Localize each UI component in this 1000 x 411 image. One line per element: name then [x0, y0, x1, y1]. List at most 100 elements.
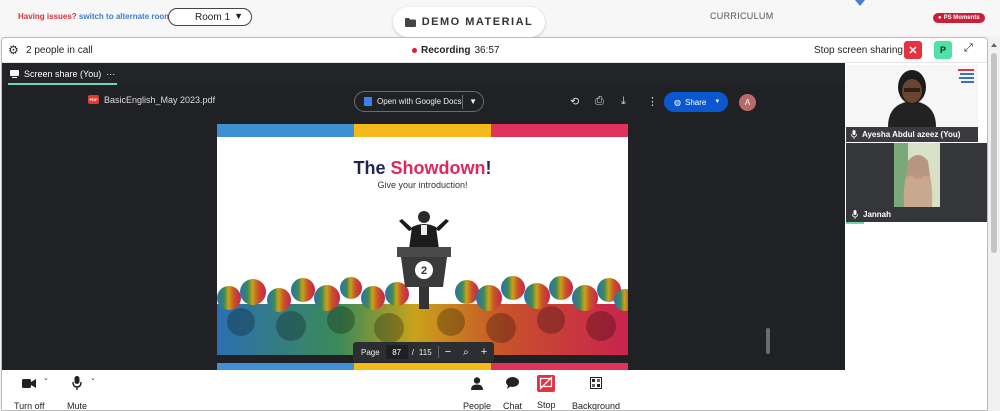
page-total: 115 [418, 347, 432, 357]
screen-share-stage: Screen share (You) ··· PDF BasicEnglish_… [2, 63, 845, 370]
tab-menu-icon[interactable]: ··· [106, 69, 115, 79]
divider [437, 346, 439, 358]
color-band-yellow [354, 124, 491, 137]
room-select[interactable]: Room 1 ▼ [168, 8, 252, 26]
expand-icon[interactable]: ⤢ [964, 42, 973, 55]
chat-bubble-icon [506, 374, 519, 392]
camera-options-chevron-icon[interactable]: ⌄ [43, 374, 49, 382]
p-badge-button[interactable]: P [934, 41, 952, 59]
zoom-in-icon[interactable]: + [481, 346, 487, 358]
pdf-file-icon: PDF [88, 95, 99, 104]
color-band-pink [491, 124, 628, 137]
participant-tile[interactable]: Jannah [846, 143, 987, 222]
next-band-pink [491, 363, 628, 370]
people-count: 2 people in call [26, 45, 93, 56]
people-label: People [463, 401, 492, 411]
next-band-yellow [354, 363, 491, 370]
podium-number: 2 [421, 265, 427, 277]
share-button[interactable]: ◍ Share ▼ [664, 92, 728, 112]
person-icon [471, 374, 484, 392]
pdf-file-name: BasicEnglish_May 2023.pdf [104, 95, 216, 105]
zoom-icon[interactable]: ⌕ [463, 347, 469, 358]
globe-icon: ◍ [674, 97, 681, 107]
stop-sharing-button[interactable]: ✕ [904, 41, 922, 59]
pdf-toolbar: PDF BasicEnglish_May 2023.pdf Open with … [74, 90, 771, 114]
page-separator: / [411, 347, 414, 357]
participant-name-bar: Ayesha Abdul azeez (You) [846, 127, 978, 142]
page-label: Page [361, 347, 380, 357]
switch-room-link[interactable]: switch to alternate room [79, 12, 171, 21]
stop-share-button[interactable]: Stop [537, 374, 556, 410]
participant-name-bar: Jannah [846, 207, 987, 222]
screen-share-tab-label: Screen share (You) [24, 69, 102, 79]
scroll-up-icon[interactable] [991, 43, 997, 47]
scrollbar-thumb[interactable] [991, 53, 997, 253]
recording-dot-icon [412, 48, 417, 53]
chevron-down-icon: ▼ [714, 99, 721, 105]
turn-off-label: Turn off [14, 401, 45, 411]
next-band-blue [217, 363, 354, 370]
background-grid-icon [590, 374, 603, 392]
caret-down-icon [855, 0, 865, 6]
mute-label: Mute [67, 401, 88, 411]
google-docs-icon [364, 97, 372, 106]
share-tab-strip: Screen share (You) ··· [2, 63, 845, 85]
color-band-blue [217, 124, 354, 137]
issue-text: Having issues? [18, 12, 77, 21]
next-page-strip [217, 363, 628, 370]
microphone-icon [72, 374, 82, 392]
chevron-down-icon[interactable]: ▼ [469, 97, 477, 106]
top-bar: Having issues? switch to alternate room … [0, 0, 1000, 37]
screen-share-tab[interactable]: Screen share (You) ··· [8, 63, 115, 85]
camera-toggle-button[interactable]: Turn off [14, 374, 45, 411]
slide-title-c: ! [485, 158, 492, 178]
moments-icon: ● [938, 15, 942, 21]
participant-tile[interactable]: Ayesha Abdul azeez (You) [846, 65, 978, 142]
share-label: Share [684, 97, 707, 107]
stop-label: Stop [537, 400, 556, 410]
screen-share-icon [10, 70, 19, 78]
ps-moments-button[interactable]: ● PS Moments [933, 13, 985, 23]
divider [462, 95, 463, 109]
curriculum-tab[interactable]: CURRICULUM [710, 11, 774, 21]
chat-button[interactable]: Chat [503, 374, 522, 410]
avatar[interactable]: A [739, 94, 756, 111]
stop-share-icon [537, 374, 556, 392]
call-controls: Turn off ⌄ Mute ⌄ People Chat Stop Backg… [2, 370, 987, 411]
slide-subtitle: Give your introduction! [377, 180, 468, 190]
background-label: Background [572, 401, 621, 411]
chevron-down-icon: ▼ [234, 11, 243, 21]
download-icon[interactable]: ⤓ [621, 95, 626, 108]
background-button[interactable]: Background [572, 374, 621, 411]
participant-name: Ayesha Abdul azeez (You) [862, 130, 961, 139]
zoom-out-icon[interactable]: − [445, 346, 451, 358]
speaking-indicator [846, 222, 864, 224]
open-with-label: Open with Google Docs [377, 97, 462, 106]
gear-icon[interactable]: ⚙ [8, 43, 19, 57]
page-scrollbar[interactable] [988, 37, 1000, 411]
call-window: ⚙ 2 people in call Recording 36:57 Stop … [1, 37, 988, 411]
microphone-icon [851, 130, 857, 139]
slide-title-a: The [353, 158, 391, 178]
more-vert-icon[interactable]: ⋮ [647, 95, 658, 108]
slide-title-b: Showdown [390, 158, 486, 178]
participant-name: Jannah [863, 210, 892, 219]
recording-label: Recording [421, 45, 471, 56]
close-icon: ✕ [908, 44, 918, 57]
participants-panel: Ayesha Abdul azeez (You) Jannah [845, 63, 987, 370]
demo-material-button[interactable]: DEMO MATERIAL [393, 7, 545, 37]
add-to-drive-icon[interactable]: ⟲ [570, 95, 579, 108]
page-number-input[interactable]: 87 [385, 345, 408, 359]
open-with-google-docs-button[interactable]: Open with Google Docs ▼ [354, 91, 484, 112]
video-camera-icon [22, 374, 37, 392]
participant-video [846, 143, 987, 207]
print-icon[interactable]: ⎙ [595, 95, 604, 108]
people-button[interactable]: People [463, 374, 492, 411]
app-root: Having issues? switch to alternate room … [0, 0, 1000, 411]
mic-options-chevron-icon[interactable]: ⌄ [90, 374, 96, 382]
mute-button[interactable]: Mute [67, 374, 88, 411]
call-header: ⚙ 2 people in call Recording 36:57 Stop … [2, 38, 987, 63]
folder-icon [404, 17, 416, 27]
pdf-scrollbar[interactable] [766, 328, 770, 354]
speaker-podium-image: 2 [397, 211, 451, 309]
